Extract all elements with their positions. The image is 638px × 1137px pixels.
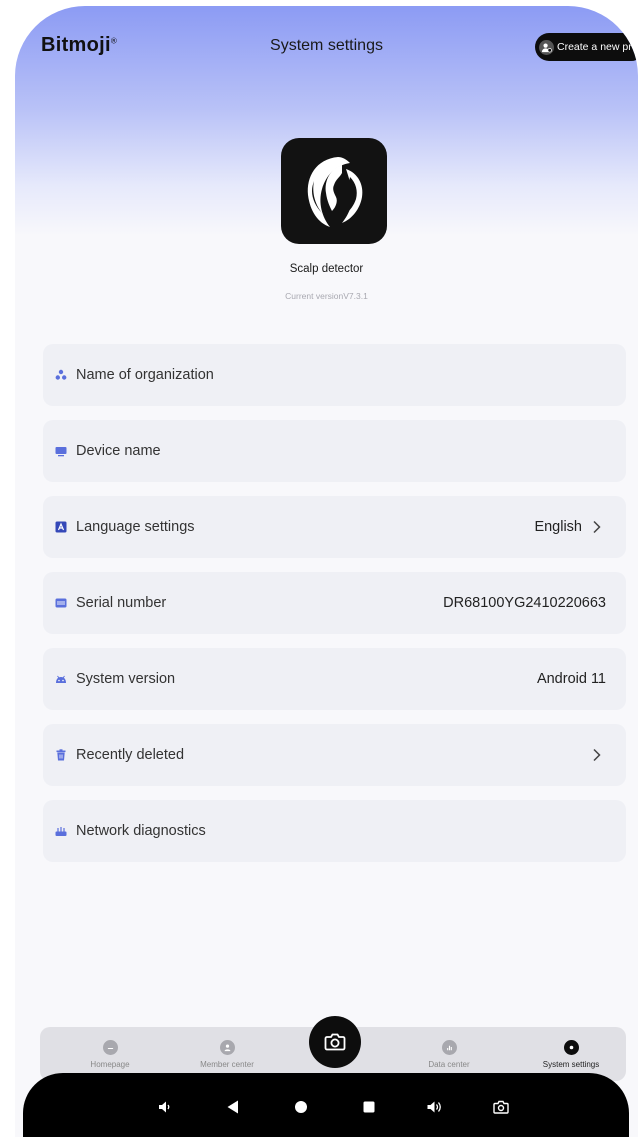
create-new-profile-button[interactable]: Create a new profile bbox=[535, 33, 638, 61]
setting-label: Recently deleted bbox=[76, 747, 185, 763]
back-icon[interactable] bbox=[221, 1095, 245, 1119]
setting-row-organization[interactable]: Name of organization bbox=[43, 344, 626, 406]
setting-row-device-name[interactable]: Device name bbox=[43, 420, 626, 482]
tab-label: Member center bbox=[200, 1059, 254, 1069]
serial-icon bbox=[55, 597, 67, 609]
chevron-right-icon bbox=[592, 520, 606, 534]
chart-icon bbox=[441, 1039, 457, 1055]
setting-row-network-diagnostics[interactable]: Network diagnostics bbox=[43, 800, 626, 862]
tab-label: Data center bbox=[428, 1059, 470, 1069]
setting-label: Device name bbox=[76, 443, 161, 459]
system-navigation-bar bbox=[15, 1073, 638, 1137]
volume-down-icon[interactable] bbox=[153, 1095, 177, 1119]
home-nav-icon[interactable] bbox=[289, 1095, 313, 1119]
language-value: English bbox=[534, 519, 582, 535]
app-screen: Bitmoji® System settings Create a new pr… bbox=[15, 6, 638, 1137]
chevron-right-icon bbox=[592, 748, 606, 762]
navigation-bar-background bbox=[23, 1073, 629, 1137]
setting-row-recently-deleted[interactable]: Recently deleted bbox=[43, 724, 626, 786]
trash-icon bbox=[55, 749, 67, 761]
android-icon bbox=[55, 673, 67, 685]
setting-label: Name of organization bbox=[76, 367, 214, 383]
system-version-value: Android 11 bbox=[536, 671, 606, 687]
header: Bitmoji® System settings Create a new pr… bbox=[15, 6, 638, 86]
create-new-profile-label: Create a new profile bbox=[557, 41, 638, 53]
settings-icon bbox=[563, 1039, 579, 1055]
people-icon bbox=[55, 369, 67, 381]
add-user-icon bbox=[539, 39, 554, 55]
member-icon bbox=[219, 1039, 235, 1055]
serial-number-value: DR68100YG2410220663 bbox=[443, 595, 606, 611]
setting-row-language[interactable]: Language settings English bbox=[43, 496, 626, 558]
home-icon bbox=[102, 1039, 118, 1055]
network-icon bbox=[55, 825, 67, 837]
settings-list: Name of organization Device name Languag… bbox=[43, 344, 626, 876]
setting-label: Network diagnostics bbox=[76, 823, 206, 839]
app-version: Current versionV7.3.1 bbox=[285, 291, 368, 301]
setting-row-serial-number[interactable]: Serial number DR68100YG2410220663 bbox=[43, 572, 626, 634]
camera-capture-button[interactable] bbox=[309, 1016, 361, 1068]
tab-label: Homepage bbox=[90, 1059, 130, 1069]
setting-label: Language settings bbox=[76, 519, 195, 535]
setting-row-system-version[interactable]: System version Android 11 bbox=[43, 648, 626, 710]
tab-label: System settings bbox=[542, 1059, 600, 1069]
volume-up-icon[interactable] bbox=[423, 1095, 447, 1119]
monitor-icon bbox=[55, 445, 67, 457]
app-logo-icon bbox=[281, 138, 387, 244]
language-icon bbox=[55, 521, 67, 533]
setting-label: System version bbox=[76, 671, 176, 687]
camera-icon bbox=[324, 1032, 346, 1052]
recents-icon[interactable] bbox=[357, 1095, 381, 1119]
app-name: Scalp detector bbox=[289, 263, 364, 275]
screenshot-icon[interactable] bbox=[489, 1095, 513, 1119]
setting-label: Serial number bbox=[76, 595, 167, 611]
